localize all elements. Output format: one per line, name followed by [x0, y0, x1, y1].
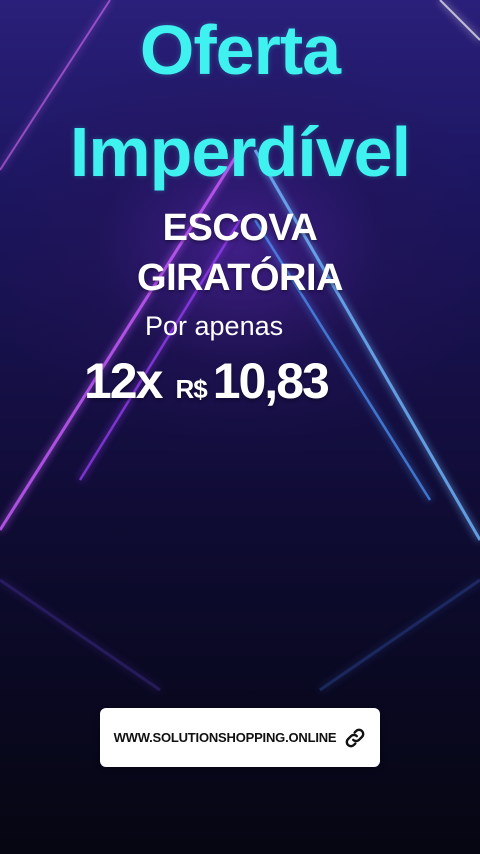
product-name-line-1: ESCOVA — [162, 207, 318, 249]
neon-line-bottom-left — [0, 578, 161, 692]
installments-count: 12x — [84, 353, 163, 409]
installment-amount: 10,83 — [212, 353, 330, 409]
headline-line-2: Imperdível — [69, 113, 411, 191]
price-row: 12x R$ 10,83 — [84, 352, 330, 416]
headline-line-1: Oferta — [139, 11, 341, 89]
product-name-line-2: GIRATÓRIA — [137, 257, 343, 299]
currency-symbol: R$ — [175, 374, 207, 404]
website-url[interactable]: WWW.SOLUTIONSHOPPING.ONLINE — [114, 730, 337, 745]
website-link-button[interactable]: WWW.SOLUTIONSHOPPING.ONLINE — [100, 708, 380, 767]
neon-line-bottom-right — [319, 578, 480, 692]
promo-screen: Oferta Imperdível ESCOVA GIRATÓRIA Por a… — [0, 0, 480, 854]
price-prefix: Por apenas — [145, 311, 284, 341]
link-icon[interactable] — [344, 727, 366, 749]
